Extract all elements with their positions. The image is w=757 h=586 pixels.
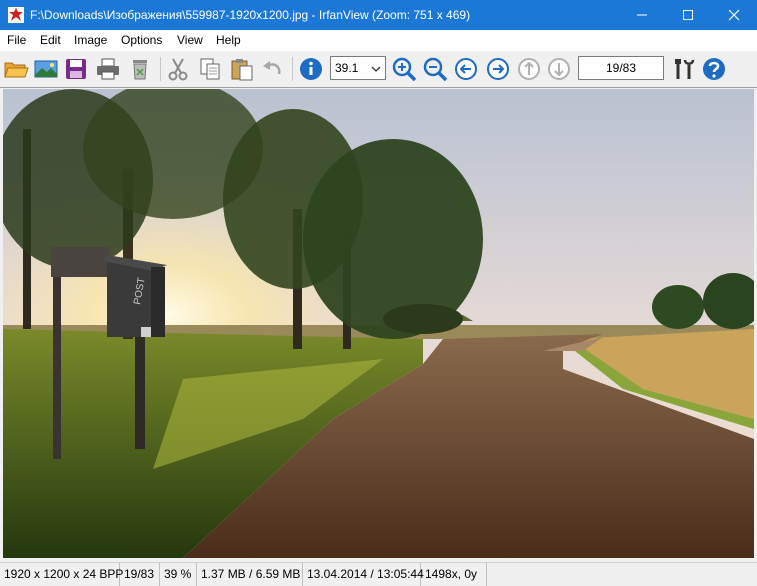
minimize-icon [637,14,647,16]
close-icon [728,9,740,21]
undo-icon [263,61,281,75]
title-bar[interactable]: F:\Downloads\Изображения\559987-1920x120… [0,0,757,30]
settings-icon [675,59,695,79]
menu-edit[interactable]: Edit [40,33,61,47]
maximize-button[interactable] [665,0,711,30]
minimize-button[interactable] [619,0,665,30]
menu-file[interactable]: File [7,33,26,47]
status-page: 19/83 [120,563,160,586]
next-image-button[interactable] [484,55,512,83]
window-title: F:\Downloads\Изображения\559987-1920x120… [30,8,471,22]
status-filesize: 1.37 MB / 6.59 MB [197,563,303,586]
menu-image[interactable]: Image [74,33,107,47]
status-bar: 1920 x 1200 x 24 BPP 19/83 39 % 1.37 MB … [0,562,757,586]
help-icon [703,58,725,80]
last-image-button[interactable] [545,55,573,83]
zoom-out-button[interactable] [421,55,449,83]
cut-icon [168,58,188,81]
info-icon [300,58,322,80]
page-indicator-field[interactable]: 19/83 [578,56,664,80]
info-button[interactable] [297,55,325,83]
zoom-out-icon [423,57,448,82]
delete-icon [133,60,147,80]
chevron-down-icon [371,66,381,72]
save-button[interactable] [62,55,90,83]
first-icon [518,58,540,80]
zoom-in-icon [392,57,417,82]
menu-options[interactable]: Options [121,33,162,47]
save-icon [66,59,86,79]
menu-view[interactable]: View [177,33,203,47]
last-icon [548,58,570,80]
previous-icon [455,58,477,80]
undo-button[interactable] [258,55,286,83]
settings-button[interactable] [670,55,698,83]
zoom-value: 39.1 [335,61,359,75]
slideshow-icon [34,60,58,78]
image-viewer[interactable]: POST [3,89,754,558]
next-icon [487,58,509,80]
status-dimensions: 1920 x 1200 x 24 BPP [0,563,123,586]
print-button[interactable] [94,55,122,83]
toolbar: 39.1 19/83 [0,51,757,88]
paste-icon [231,59,253,81]
status-zoom: 39 % [160,563,197,586]
menu-bar: File Edit Image Options View Help [0,30,757,52]
open-folder-icon [4,62,29,78]
cut-button[interactable] [164,55,192,83]
print-icon [97,58,119,80]
zoom-in-button[interactable] [390,55,418,83]
paste-button[interactable] [228,55,256,83]
copy-button[interactable] [196,55,224,83]
slideshow-button[interactable] [32,55,60,83]
copy-icon [200,58,220,80]
zoom-dropdown[interactable]: 39.1 [330,56,386,80]
first-image-button[interactable] [515,55,543,83]
maximize-icon [683,10,693,20]
toolbar-separator [292,57,293,81]
toolbar-separator [160,57,161,81]
close-button[interactable] [711,0,757,30]
status-date: 13.04.2014 / 13:05:44 [303,563,424,586]
status-cursor: 1498x, 0y [421,563,487,586]
landscape-photo: POST [3,89,754,558]
delete-button[interactable] [126,55,154,83]
previous-image-button[interactable] [452,55,480,83]
help-button[interactable] [700,55,728,83]
open-button[interactable] [2,55,30,83]
menu-help[interactable]: Help [216,33,241,47]
irfanview-icon [8,7,24,23]
